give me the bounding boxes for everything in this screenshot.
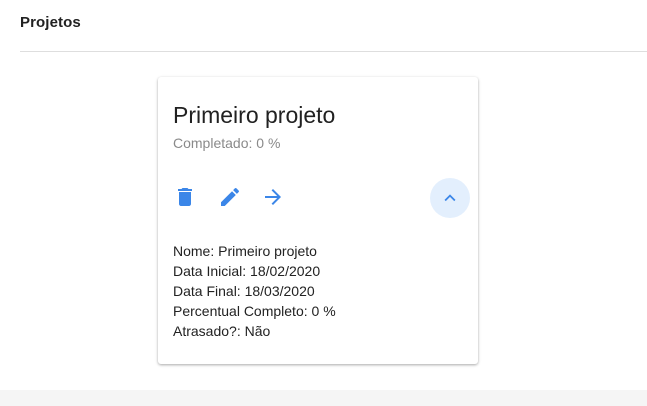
collapse-details-button[interactable] [430,178,470,218]
card-actions [168,178,470,218]
detail-percent-complete: Percentual Completo: 0 % [173,303,336,319]
detail-end-date: Data Final: 18/03/2020 [173,283,315,299]
page-title: Projetos [20,14,81,31]
project-card: Primeiro projeto Completado: 0 % Nome: P… [158,77,478,364]
delete-icon [178,188,192,206]
arrow-right-icon [265,189,281,205]
edit-button[interactable] [213,178,247,216]
detail-late-status: Atrasado?: Não [173,323,271,339]
detail-name: Nome: Primeiro projeto [173,243,317,259]
chevron-up-icon [444,194,456,202]
open-project-button[interactable] [256,178,290,216]
project-title: Primeiro projeto [173,102,336,128]
project-details: Nome: Primeiro projeto Data Inicial: 18/… [173,241,336,341]
header-divider [20,51,647,52]
delete-button[interactable] [168,178,202,216]
footer-band [0,390,647,406]
detail-start-date: Data Inicial: 18/02/2020 [173,263,321,279]
project-completion-subtitle: Completado: 0 % [173,135,281,151]
page: Projetos Primeiro projeto Completado: 0 … [0,0,647,406]
edit-pencil-icon [221,187,240,206]
